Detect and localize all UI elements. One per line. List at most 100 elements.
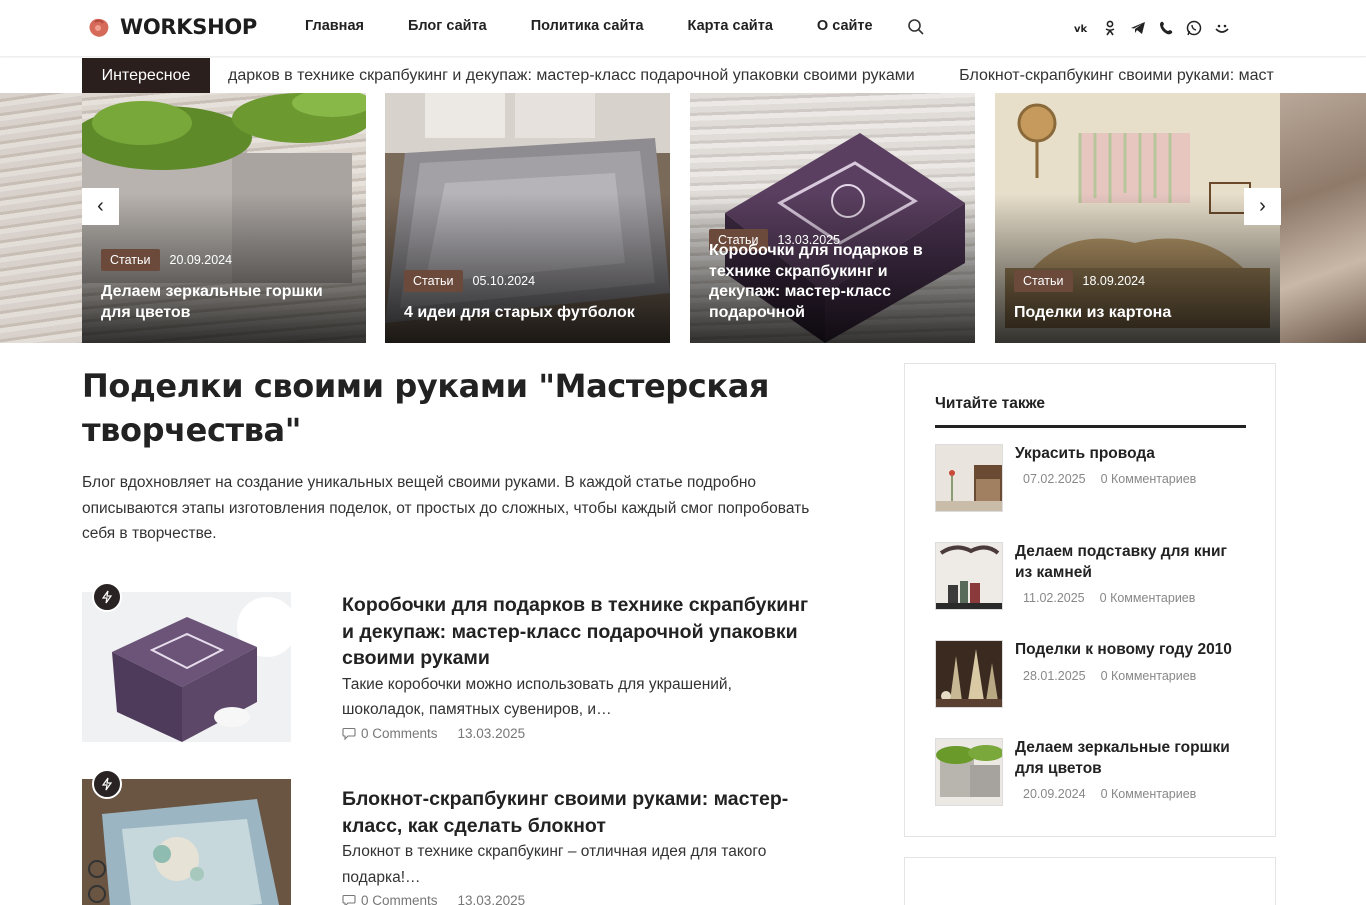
logo-text: WORKSHOP [120,15,258,39]
post-thumbnail[interactable] [82,592,291,742]
related-date: 11.02.2025 [1023,591,1085,605]
comment-icon [342,727,356,740]
related-meta: 11.02.2025 0 Комментариев [1023,591,1195,605]
category-badge[interactable]: Статьи [404,270,463,292]
related-comments[interactable]: 0 Комментариев [1101,787,1197,801]
post-comments-label: 0 Comments [361,893,438,905]
news-ticker: Интересное дарков в технике скрапбукинг … [0,58,1366,93]
post-body: Коробочки для подарков в технике скрапбу… [342,592,812,741]
site-header: WORKSHOP Главная Блог сайта Политика сай… [0,0,1366,57]
odnoklassniki-icon[interactable] [1101,19,1119,37]
slide-meta: Статьи 05.10.2024 [404,270,535,292]
related-meta: 28.01.2025 0 Комментариев [1023,669,1196,683]
slide-card[interactable]: Статьи 05.10.2024 4 идеи для старых футб… [385,93,670,343]
related-comments[interactable]: 0 Комментариев [1100,591,1196,605]
comment-icon [342,894,356,905]
related-image [936,445,1002,511]
post-card: Блокнот-скрапбукинг своими руками: масте… [82,769,842,905]
nav-home[interactable]: Главная [305,18,364,34]
ticker-track: дарков в технике скрапбукинг и декупаж: … [228,58,1282,93]
page-title: Поделки своими руками "Мастерская творче… [82,367,770,449]
slider-prev-button[interactable]: ‹ [82,188,119,225]
viber-icon[interactable] [1157,19,1175,37]
post-comments[interactable]: 0 Comments [342,893,438,905]
slide-card[interactable]: Статьи 18.09.2024 Поделки из картона [995,93,1280,343]
related-image [936,739,1002,805]
ticker-label: Интересное [82,58,210,93]
page-intro: Блог вдохновляет на создание уникальных … [82,474,810,542]
related-comments[interactable]: 0 Комментариев [1101,669,1197,683]
related-title[interactable]: Делаем подставку для книг из камней [1015,542,1247,583]
post-title[interactable]: Коробочки для подарков в технике скрапбу… [342,592,812,672]
nav-policy[interactable]: Политика сайта [531,18,644,34]
post-meta: 0 Comments 13.03.2025 [342,726,812,741]
nav-blog[interactable]: Блог сайта [408,18,487,34]
sidebar-widget-next [904,857,1276,905]
related-title[interactable]: Украсить провода [1015,444,1247,465]
related-thumbnail[interactable] [935,738,1003,806]
post-comments-label: 0 Comments [361,725,438,741]
svg-text:vk: vk [1074,24,1088,35]
slider-edge-right [1280,93,1366,343]
slide-card[interactable]: Статьи 20.09.2024 Делаем зеркальные горш… [82,93,366,343]
related-post: Делаем подставку для книг из камней 11.0… [935,542,1246,612]
ticker-item[interactable]: Блокнот-скрапбукинг своими руками: маст [959,67,1274,84]
slide-title[interactable]: 4 идеи для старых футболок [404,303,656,324]
related-title[interactable]: Делаем зеркальные горшки для цветов [1015,738,1247,779]
vk-icon[interactable]: vk [1073,19,1091,37]
slider-next-button[interactable]: › [1244,188,1281,225]
slide-date: 20.09.2024 [169,253,233,267]
post-excerpt: Такие коробочки можно использовать для у… [342,675,732,719]
slide-date: 18.09.2024 [1082,274,1146,288]
slide-title[interactable]: Делаем зеркальные горшки для цветов [101,282,352,323]
ticker-item[interactable]: дарков в технике скрапбукинг и декупаж: … [228,67,915,84]
post-image [82,592,291,742]
slide-meta: Статьи 20.09.2024 [101,249,232,271]
category-badge[interactable]: Статьи [1014,270,1073,292]
telegram-icon[interactable] [1129,19,1147,37]
related-posts-widget: Читайте также Украсить провода 07.02.202… [904,363,1276,837]
related-post: Поделки к новому году 2010 28.01.2025 0 … [935,640,1246,710]
related-thumbnail[interactable] [935,444,1003,512]
related-date: 28.01.2025 [1023,669,1086,683]
related-post: Делаем зеркальные горшки для цветов 20.0… [935,738,1246,808]
featured-flash-icon [92,769,122,799]
category-badge[interactable]: Статьи [101,249,160,271]
widget-title: Читайте также [935,395,1046,412]
related-meta: 20.09.2024 0 Комментариев [1023,787,1196,801]
related-date: 07.02.2025 [1023,472,1086,486]
post-date: 13.03.2025 [457,725,526,741]
related-post: Украсить провода 07.02.2025 0 Комментари… [935,444,1246,514]
search-icon[interactable] [907,18,925,36]
nav-sitemap[interactable]: Карта сайта [688,18,773,34]
moimir-icon[interactable] [1213,19,1231,37]
whatsapp-icon[interactable] [1185,19,1203,37]
related-thumbnail[interactable] [935,640,1003,708]
nav-about[interactable]: О сайте [817,18,873,34]
post-title[interactable]: Блокнот-скрапбукинг своими руками: масте… [342,786,812,839]
post-image [82,779,291,905]
main-nav: Главная Блог сайта Политика сайта Карта … [305,18,917,34]
slide-date: 05.10.2024 [472,274,536,288]
logo-icon [89,18,109,37]
slide-card[interactable]: Статьи 13.03.2025 Коробочки для подарков… [690,93,975,343]
widget-underline [935,425,1246,428]
post-card: Коробочки для подарков в технике скрапбу… [82,582,842,752]
slide-title[interactable]: Коробочки для подарков в технике скрапбу… [709,241,961,323]
post-thumbnail[interactable] [82,779,291,905]
related-title[interactable]: Поделки к новому году 2010 [1015,640,1247,661]
post-date: 13.03.2025 [457,893,526,905]
slide-title[interactable]: Поделки из картона [1014,303,1266,324]
slide-meta: Статьи 18.09.2024 [1014,270,1145,292]
post-comments[interactable]: 0 Comments [342,726,438,741]
post-excerpt: Блокнот в технике скрапбукинг – отличная… [342,843,767,886]
related-image [936,641,1002,707]
featured-slider: Статьи 20.09.2024 Делаем зеркальные горш… [0,93,1366,343]
post-body: Блокнот-скрапбукинг своими руками: масте… [342,786,812,905]
site-logo[interactable]: WORKSHOP [86,14,257,40]
related-image [936,543,1002,609]
related-comments[interactable]: 0 Комментариев [1101,472,1197,486]
related-thumbnail[interactable] [935,542,1003,610]
post-meta: 0 Comments 13.03.2025 [342,893,812,905]
related-date: 20.09.2024 [1023,787,1086,801]
